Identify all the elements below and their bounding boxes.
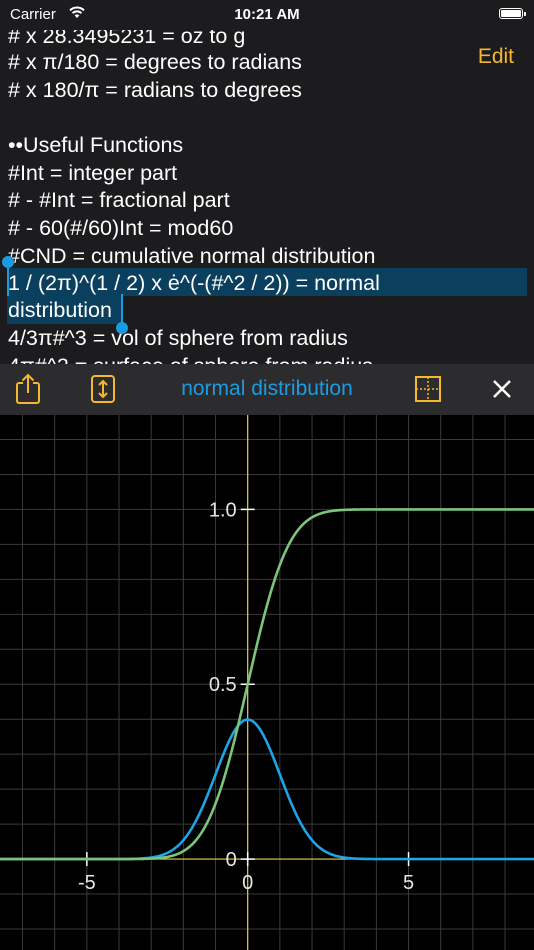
x-tick-label: 0 bbox=[242, 872, 253, 894]
selection-start-caret bbox=[7, 264, 9, 296]
close-icon[interactable] bbox=[486, 373, 518, 405]
editor-line[interactable]: # - #Int = fractional part bbox=[8, 186, 230, 214]
y-tick-label: 0 bbox=[226, 849, 237, 871]
editor-line[interactable]: 4π#^2 = surface of sphere from radius bbox=[8, 352, 373, 364]
x-tick-label: -5 bbox=[78, 872, 96, 894]
grid-icon[interactable] bbox=[412, 373, 444, 405]
editor-line[interactable]: # x 28.3495231 = oz to g bbox=[8, 30, 245, 50]
formula-editor[interactable]: # x 28.3495231 = oz to g # x π/180 = deg… bbox=[0, 30, 534, 364]
graph-plot[interactable]: -5 0 5 0 0.5 1.0 bbox=[0, 415, 534, 950]
x-tick-label: 5 bbox=[403, 872, 414, 894]
editor-line-selected[interactable]: distribution bbox=[8, 296, 112, 324]
edit-button[interactable]: Edit bbox=[478, 45, 514, 69]
battery-icon bbox=[499, 8, 526, 19]
graph-title: normal distribution bbox=[181, 377, 353, 400]
y-tick-label: 1.0 bbox=[209, 499, 237, 521]
clock: 10:21 AM bbox=[234, 6, 300, 23]
editor-line[interactable]: 4/3π#^3 = vol of sphere from radius bbox=[8, 324, 348, 352]
graph-toolbar: normal distribution bbox=[0, 364, 534, 415]
y-tick-label: 0.5 bbox=[209, 674, 237, 696]
editor-line-selected[interactable]: 1 / (2π)^(1 / 2) x ė^(-(#^2 / 2)) = norm… bbox=[8, 269, 380, 297]
editor-line[interactable]: #Int = integer part bbox=[8, 159, 177, 187]
editor-line[interactable]: # - 60(#/60)Int = mod60 bbox=[8, 214, 233, 242]
selection-end-handle[interactable] bbox=[116, 322, 128, 334]
editor-line[interactable]: # x π/180 = degrees to radians bbox=[8, 48, 302, 76]
editor-line[interactable]: # x 180/π = radians to degrees bbox=[8, 76, 302, 104]
status-bar: Carrier 10:21 AM bbox=[0, 0, 534, 30]
editor-line[interactable]: ••Useful Functions bbox=[8, 131, 183, 159]
editor-line[interactable]: #CND = cumulative normal distribution bbox=[8, 242, 375, 270]
